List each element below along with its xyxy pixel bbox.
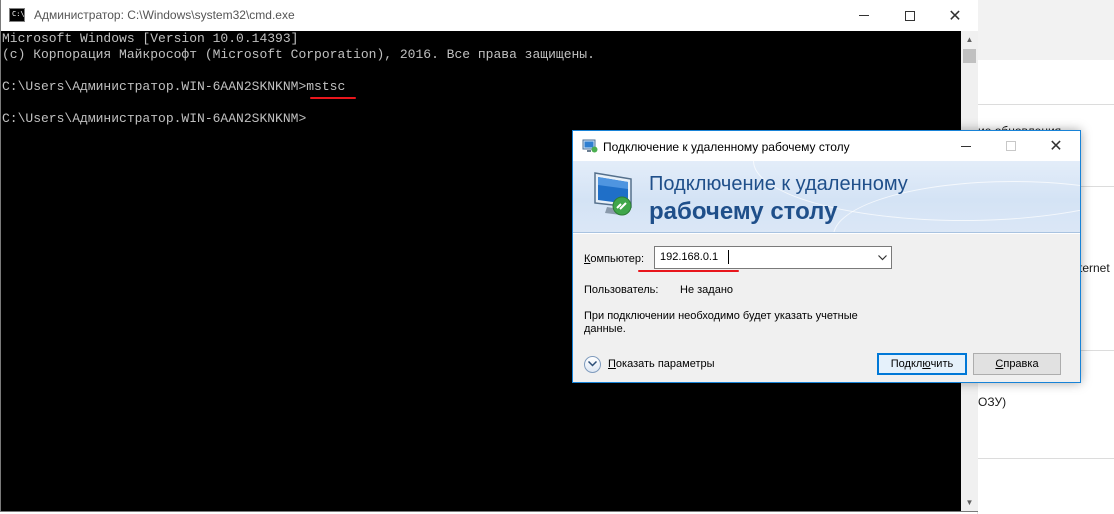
background-text-fragment: ОЗУ) [978, 395, 1007, 409]
remote-desktop-monitor-icon [594, 172, 632, 216]
scroll-down-arrow-icon[interactable]: ▼ [961, 494, 978, 511]
computer-label: Компьютер: [584, 253, 644, 265]
maximize-icon [905, 10, 915, 21]
connect-label-text: чить [930, 358, 954, 370]
rdp-body: Компьютер: 192.168.0.1 Пользователь: Не … [573, 234, 1080, 382]
help-label-text: правка [1003, 358, 1039, 370]
credentials-info-text: При подключении необходимо будет указать… [584, 310, 858, 335]
rdp-titlebar[interactable]: Подключение к удаленному рабочему столу … [573, 131, 1080, 161]
console-line: C:\Users\Администратор.WIN-6AAN2SKNKNM> [2, 111, 307, 126]
user-value: Не задано [680, 284, 734, 296]
rdp-window-title: Подключение к удаленному рабочему столу [603, 140, 850, 154]
minimize-icon [859, 15, 869, 16]
console-line: Microsoft Windows [Version 10.0.14393] [2, 31, 299, 46]
ip-highlight-underline [638, 270, 739, 272]
expand-options-icon[interactable] [584, 355, 601, 373]
cmd-window-title: Администратор: C:\Windows\system32\cmd.e… [34, 8, 295, 22]
cmd-close-button[interactable]: ✕ [932, 0, 978, 31]
show-options-toggle[interactable]: Показать параметры [584, 354, 715, 374]
rdp-banner: Подключение к удаленному рабочему столу [573, 161, 1080, 233]
desktop-screen: ие обновления ternet ОЗУ) C:\ Администра… [0, 0, 1114, 514]
console-line: C:\Users\Администратор.WIN-6AAN2SKNKNM>m… [2, 79, 346, 94]
connect-label-hotkey: ю [922, 358, 931, 370]
background-text-fragment: ternet [1079, 261, 1110, 275]
computer-label-text: омпьютер: [590, 253, 645, 265]
connect-button[interactable]: Подкл ю чить [877, 353, 967, 375]
close-icon: ✕ [948, 5, 962, 25]
banner-title-line2: рабочему столу [649, 198, 838, 225]
background-divider [978, 458, 1114, 459]
scroll-up-arrow-icon[interactable]: ▲ [961, 31, 978, 48]
help-label-hotkey: С [995, 358, 1004, 370]
rdp-minimize-button[interactable] [943, 131, 988, 161]
computer-combobox[interactable]: 192.168.0.1 [654, 246, 892, 269]
console-line: (c) Корпорация Майкрософт (Microsoft Cor… [2, 47, 595, 62]
text-cursor [728, 250, 729, 264]
rdp-close-button[interactable]: ✕ [1033, 131, 1079, 161]
remote-desktop-dialog: Подключение к удаленному рабочему столу … [572, 130, 1081, 383]
background-divider [978, 104, 1114, 105]
rdp-maximize-button [988, 131, 1033, 161]
computer-input-value[interactable]: 192.168.0.1 [660, 251, 718, 263]
cmd-minimize-button[interactable] [841, 0, 887, 31]
show-options-label[interactable]: Показать параметры [608, 358, 715, 370]
show-options-text: оказать параметры [615, 358, 715, 370]
scrollbar-thumb[interactable] [963, 49, 976, 63]
cmd-app-icon[interactable]: C:\ [9, 8, 25, 22]
cmd-icon-label: C:\ [12, 10, 25, 18]
help-button[interactable]: Справка [973, 353, 1061, 375]
user-label: Пользователь: [584, 284, 659, 296]
show-options-hotkey: П [608, 358, 616, 370]
cmd-maximize-button[interactable] [887, 0, 933, 31]
cmd-titlebar[interactable]: C:\ Администратор: C:\Windows\system32\c… [1, 0, 978, 31]
minimize-icon [960, 145, 971, 147]
chevron-down-icon[interactable] [874, 247, 891, 268]
banner-title-line1: Подключение к удаленному [649, 173, 908, 195]
close-icon: ✕ [1049, 136, 1063, 155]
connect-label-text: Подкл [890, 358, 923, 370]
background-window-header [978, 0, 1114, 60]
maximize-icon [1005, 141, 1016, 151]
mstsc-highlight-underline [310, 97, 356, 99]
rdp-app-icon [582, 139, 598, 153]
